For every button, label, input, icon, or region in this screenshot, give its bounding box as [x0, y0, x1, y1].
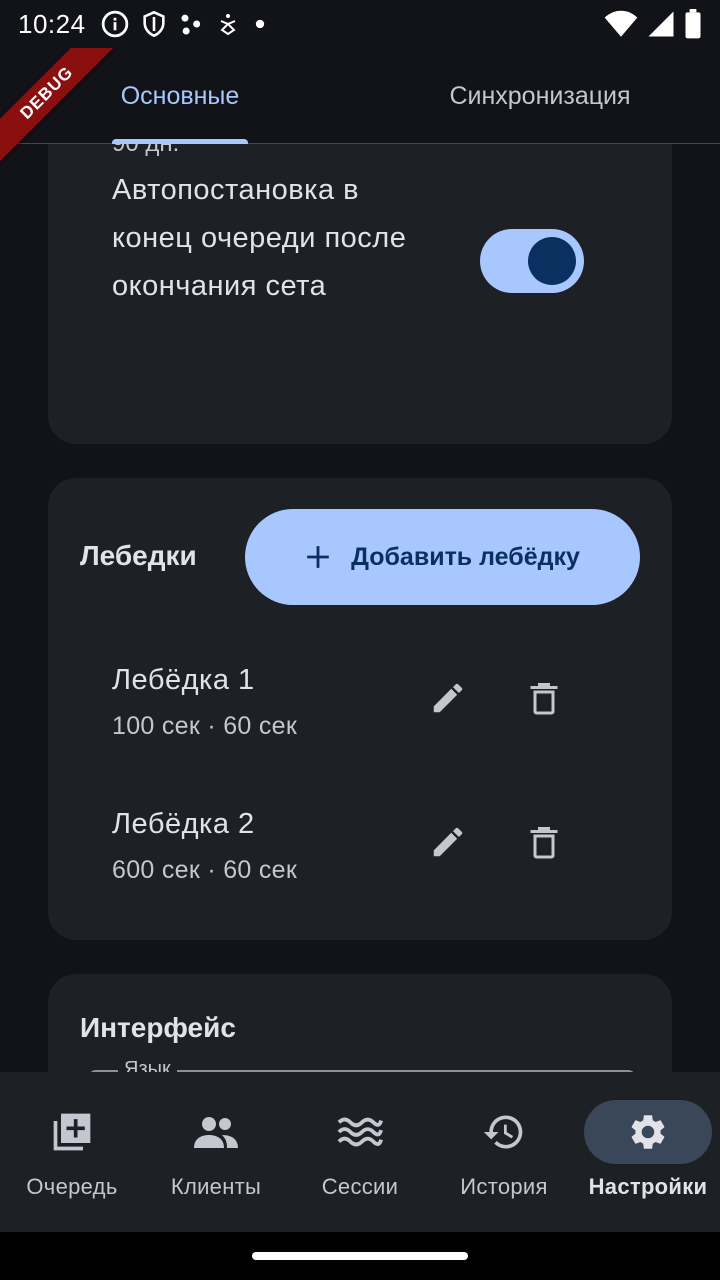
signal-icon [648, 11, 674, 37]
battery-icon [685, 9, 701, 39]
status-icons-left [100, 9, 270, 39]
people-icon [194, 1117, 238, 1148]
gesture-handle[interactable] [252, 1252, 468, 1260]
nav-icon-container [584, 1100, 712, 1164]
dots-icon [181, 14, 200, 35]
pencil-icon [433, 683, 463, 713]
add-winch-button[interactable]: Добавить лебёдку [245, 509, 640, 605]
edit-winch-button[interactable] [420, 814, 476, 870]
nav-settings[interactable]: Настройки [576, 1072, 720, 1232]
dot-icon [255, 19, 264, 29]
nav-sessions[interactable]: Сессии [288, 1072, 432, 1232]
nav-label: Клиенты [170, 1174, 262, 1199]
winch-details: 100 сек · 60 сек [112, 712, 298, 740]
settings-content[interactable]: Автопостановка в конец очереди после око… [0, 144, 720, 1072]
wifi-icon [604, 10, 638, 37]
nav-icon-container [8, 1100, 136, 1164]
language-label: Язык [118, 1058, 177, 1072]
waves-icon [337, 1117, 383, 1147]
nav-label: Сессии [321, 1174, 399, 1199]
nav-clients[interactable]: Клиенты [144, 1072, 288, 1232]
status-time: 10:24 [18, 8, 86, 39]
winch-name: Лебёдка 2 [112, 808, 255, 840]
pencil-icon [433, 827, 463, 857]
edit-winch-button[interactable] [420, 670, 476, 726]
delete-winch-button[interactable] [516, 814, 572, 870]
general-settings-card: Автопостановка в конец очереди после око… [48, 144, 672, 444]
gear-icon [631, 1115, 665, 1149]
nav-icon-container [296, 1100, 424, 1164]
interface-title: Интерфейс [80, 1012, 236, 1043]
overflow-text: 90 дн. [112, 144, 179, 158]
info-icon [101, 10, 128, 38]
winch-details: 600 сек · 60 сек [112, 856, 298, 884]
winches-title: Лебедки [80, 540, 197, 571]
winch-item[interactable]: Лебёдка 2 600 сек · 60 сек [48, 794, 672, 914]
status-icons-right [604, 9, 702, 39]
nav-label: Настройки [588, 1174, 708, 1199]
trash-icon [530, 827, 558, 859]
history-icon [483, 1115, 523, 1149]
accessibility-icon [220, 14, 236, 36]
auto-requeue-switch[interactable] [480, 229, 584, 293]
bottom-navigation: Очередь Клиенты Сессии История Настройки [0, 1072, 720, 1232]
winch-name: Лебёдка 1 [112, 664, 255, 696]
auto-requeue-label: Автопостановка в конец очереди после око… [112, 174, 407, 302]
queue-add-icon [53, 1113, 91, 1151]
nav-icon-container [152, 1100, 280, 1164]
top-tab-bar: Основные Синхронизация [0, 48, 720, 144]
plus-icon [307, 546, 329, 568]
delete-winch-button[interactable] [516, 670, 572, 726]
add-winch-label: Добавить лебёдку [351, 542, 580, 571]
switch-knob [528, 237, 576, 285]
shield-icon [142, 10, 165, 38]
gesture-area [0, 1232, 720, 1280]
nav-icon-container [440, 1100, 568, 1164]
winch-item[interactable]: Лебёдка 1 100 сек · 60 сек [48, 650, 672, 770]
winches-card: Лебедки Добавить лебёдку Лебёдка 1 100 с… [48, 478, 672, 940]
nav-queue[interactable]: Очередь [0, 1072, 144, 1232]
nav-label: История [460, 1174, 548, 1199]
tab-general[interactable]: Основные [96, 48, 264, 144]
tab-sync[interactable]: Синхронизация [420, 48, 660, 144]
status-bar: 10:24 [0, 0, 720, 48]
trash-icon [530, 683, 558, 715]
interface-card: Интерфейс Язык [48, 974, 672, 1072]
nav-history[interactable]: История [432, 1072, 576, 1232]
nav-label: Очередь [26, 1174, 118, 1199]
